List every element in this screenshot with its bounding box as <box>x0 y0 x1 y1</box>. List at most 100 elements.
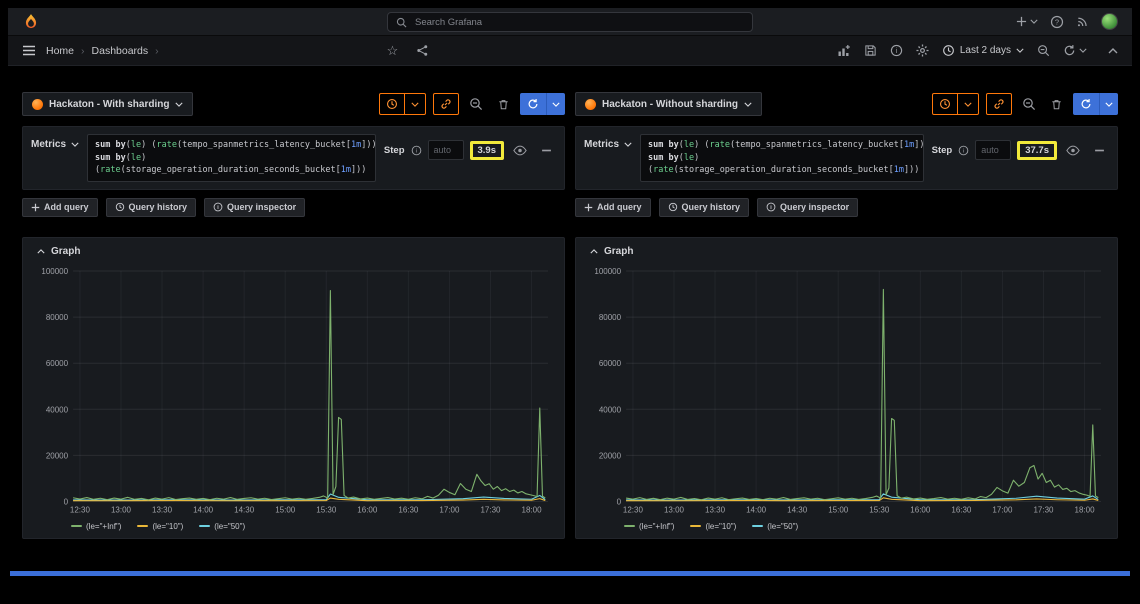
legend-item[interactable]: (le="+Inf") <box>71 522 121 531</box>
svg-text:17:00: 17:00 <box>439 505 460 514</box>
history-icon <box>668 202 678 212</box>
info-circle-icon: i <box>958 145 969 156</box>
add-panel-button[interactable] <box>837 44 851 58</box>
news-button[interactable] <box>1076 15 1089 28</box>
svg-text:13:00: 13:00 <box>111 505 132 514</box>
breadcrumb-dashboards[interactable]: Dashboards <box>92 45 149 57</box>
share-button[interactable] <box>416 44 429 57</box>
query-editor[interactable]: sum by(le) (rate(tempo_spanmetrics_laten… <box>640 134 924 182</box>
sync-times-dropdown[interactable] <box>957 94 978 114</box>
user-avatar[interactable] <box>1101 13 1118 30</box>
legend-series-color <box>752 525 763 527</box>
svg-text:17:00: 17:00 <box>992 505 1013 514</box>
grafana-logo-icon[interactable] <box>22 13 40 31</box>
exec-time-highlight: 37.7s <box>1017 141 1057 160</box>
add-query-button[interactable]: Add query <box>22 198 98 217</box>
svg-text:40000: 40000 <box>46 405 69 414</box>
collapse-query-button[interactable] <box>536 139 556 161</box>
copy-link-button[interactable] <box>986 93 1012 115</box>
query-inspector-button[interactable]: i Query inspector <box>757 198 858 217</box>
chevron-down-icon <box>1016 48 1024 53</box>
remove-pane-button[interactable] <box>1046 93 1066 115</box>
svg-text:17:30: 17:30 <box>480 505 501 514</box>
sync-times-button[interactable] <box>932 93 979 115</box>
pane-title-select[interactable]: Hackaton - With sharding <box>22 92 193 116</box>
step-input[interactable] <box>428 140 464 160</box>
sync-times-dropdown[interactable] <box>404 94 425 114</box>
run-query-button[interactable] <box>1073 93 1118 115</box>
legend-item[interactable]: (le="50") <box>752 522 798 531</box>
chevron-down-icon <box>411 102 419 107</box>
menu-toggle-button[interactable] <box>22 45 36 56</box>
dashboard-info-button[interactable]: i <box>890 44 903 57</box>
search-input[interactable] <box>413 16 744 29</box>
pane-toolbar <box>932 93 1118 115</box>
plus-icon <box>31 203 40 212</box>
pane-title-select[interactable]: Hackaton - Without sharding <box>575 92 762 116</box>
graph-section-toggle[interactable]: Graph <box>37 246 556 257</box>
time-range-picker[interactable]: Last 2 days <box>942 44 1024 57</box>
datasource-picker[interactable]: Metrics <box>584 134 632 150</box>
split-explore-content: Hackaton - With sharding <box>8 66 1132 596</box>
refresh-dashboard-button[interactable] <box>1063 44 1087 57</box>
share-icon <box>416 44 429 57</box>
explore-pane-right: Hackaton - Without sharding <box>575 92 1118 596</box>
collapse-toolbar-button[interactable] <box>1108 48 1118 54</box>
query-editor[interactable]: sum by(le) (rate(tempo_spanmetrics_laten… <box>87 134 376 182</box>
new-menu-button[interactable] <box>1016 16 1038 27</box>
svg-text:60000: 60000 <box>599 359 622 368</box>
add-query-button[interactable]: Add query <box>575 198 651 217</box>
info-circle-icon: i <box>890 44 903 57</box>
legend-item[interactable]: (le="10") <box>137 522 183 531</box>
favorite-button[interactable]: ☆ <box>387 44 399 57</box>
collapse-query-button[interactable] <box>1089 139 1109 161</box>
graph-title: Graph <box>51 246 80 257</box>
zoom-out-range-button[interactable] <box>466 93 486 115</box>
graph-panel: Graph 02000040000600008000010000012:3013… <box>22 237 565 539</box>
remove-pane-button[interactable] <box>493 93 513 115</box>
run-query-interval-dropdown[interactable] <box>1099 93 1118 115</box>
preview-toggle-button[interactable] <box>1063 139 1083 161</box>
breadcrumb-home[interactable]: Home <box>46 45 74 57</box>
info-circle-icon: i <box>411 145 422 156</box>
query-history-button[interactable]: Query history <box>659 198 750 217</box>
graph-chart[interactable]: 02000040000600008000010000012:3013:0013:… <box>31 263 556 519</box>
svg-text:i: i <box>415 148 416 154</box>
dashboard-settings-button[interactable] <box>916 44 929 57</box>
help-button[interactable]: ? <box>1050 15 1064 29</box>
dashboard-toolbar: Home › Dashboards › ☆ i <box>8 36 1132 66</box>
save-dashboard-button[interactable] <box>864 44 877 57</box>
rss-icon <box>1076 15 1089 28</box>
query-inspector-button[interactable]: i Query inspector <box>204 198 305 217</box>
info-circle-icon: i <box>213 202 223 212</box>
datasource-icon <box>585 99 596 110</box>
dashboard-actions-left: ☆ <box>387 44 430 57</box>
global-search <box>387 12 753 32</box>
question-circle-icon: ? <box>1050 15 1064 29</box>
copy-link-button[interactable] <box>433 93 459 115</box>
chevron-down-icon <box>744 102 752 107</box>
minus-icon <box>1094 145 1105 156</box>
legend-item[interactable]: (le="50") <box>199 522 245 531</box>
svg-text:20000: 20000 <box>46 451 69 460</box>
step-label: Step <box>384 145 405 156</box>
step-input[interactable] <box>975 140 1011 160</box>
run-query-interval-dropdown[interactable] <box>546 93 565 115</box>
plus-icon <box>584 203 593 212</box>
svg-text:18:00: 18:00 <box>1075 505 1096 514</box>
query-exec-time: 3.9s <box>478 145 497 156</box>
zoom-out-time-button[interactable] <box>1037 44 1050 57</box>
run-query-button[interactable] <box>520 93 565 115</box>
zoom-out-range-button[interactable] <box>1019 93 1039 115</box>
preview-toggle-button[interactable] <box>510 139 530 161</box>
svg-text:15:00: 15:00 <box>828 505 849 514</box>
query-history-button[interactable]: Query history <box>106 198 197 217</box>
graph-section-toggle[interactable]: Graph <box>590 246 1109 257</box>
graph-chart[interactable]: 02000040000600008000010000012:3013:0013:… <box>584 263 1109 519</box>
app-frame: ? Home › Dashboards › ☆ <box>8 8 1132 596</box>
datasource-picker[interactable]: Metrics <box>31 134 79 150</box>
sync-times-button[interactable] <box>379 93 426 115</box>
legend-item[interactable]: (le="+Inf") <box>624 522 674 531</box>
legend-item[interactable]: (le="10") <box>690 522 736 531</box>
svg-text:12:30: 12:30 <box>623 505 644 514</box>
